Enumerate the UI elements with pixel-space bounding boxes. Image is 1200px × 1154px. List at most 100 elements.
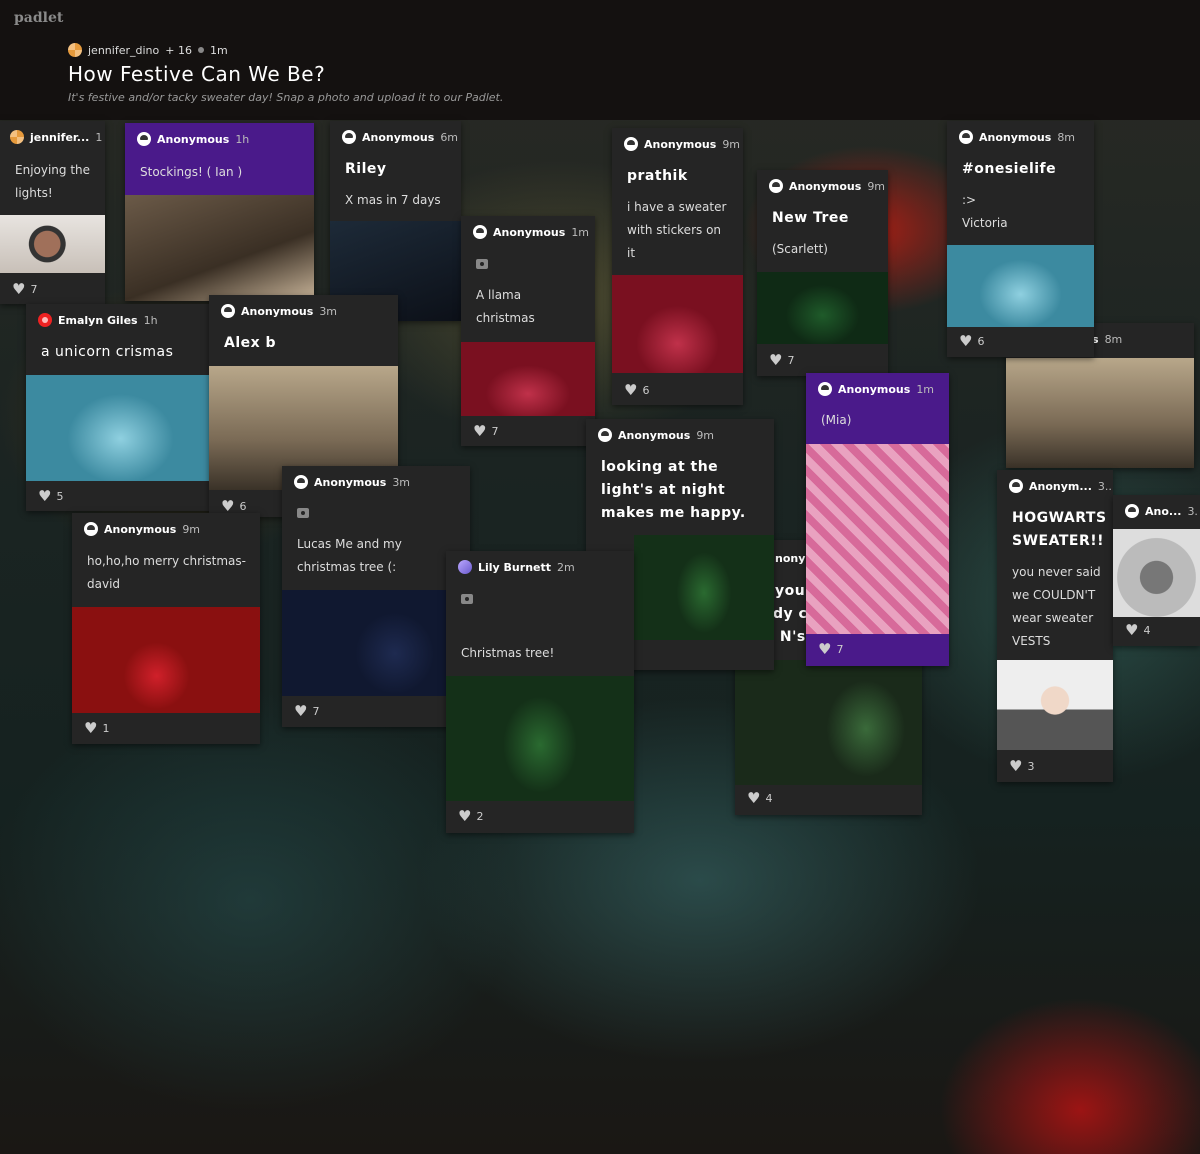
post-card[interactable]: Anonymous 9m ho,ho,ho merry christmas- da… [72,513,260,744]
anonymous-avatar-icon [769,179,783,193]
like-button[interactable]: ♥ 4 [1125,621,1151,639]
anonymous-avatar-icon [1009,479,1023,493]
post-card[interactable]: Ano... 3. ♥ 4 [1113,495,1200,646]
post-card[interactable]: Anonymous 3m Lucas Me and my christmas tr… [282,466,470,727]
like-button[interactable]: ♥ 3 [1009,757,1035,775]
post-author: Anonymous 1m [818,382,934,396]
owner-name[interactable]: jennifer_dino [88,44,159,57]
post-photo[interactable] [1006,358,1194,468]
anonymous-avatar-icon [959,130,973,144]
post-card[interactable]: Anonymous 1m (Mia) ♥ 7 [806,373,949,666]
post-photo[interactable] [997,660,1113,750]
like-button[interactable]: ♥ 5 [38,489,64,504]
camera-icon [461,594,473,604]
like-button[interactable]: ♥ 1 [84,719,109,737]
post-card[interactable]: Anonymous 9m prathik i have a sweater wit… [612,128,743,405]
post-photo[interactable] [634,535,774,640]
like-button[interactable]: ♥ 6 [624,381,650,399]
heart-icon: ♥ [473,422,487,440]
post-photo[interactable] [446,676,634,801]
post-card[interactable]: Anonymous 1h Stockings! ( Ian ) [125,123,314,301]
post-photo[interactable] [735,660,922,785]
post-heading: #onesielife [962,161,1057,177]
avatar-icon [10,130,24,144]
post-card[interactable]: Anonymous 9m New Tree (Scarlett) ♥ 7 [757,170,888,376]
post-author: Anonymous 3m [221,304,337,318]
heart-icon: ♥ [1125,621,1139,639]
owner-avatar-icon [68,43,82,57]
anonymous-avatar-icon [137,132,151,146]
like-button[interactable]: ♥ 7 [473,422,499,440]
post-photo[interactable] [125,195,314,301]
post-photo[interactable] [947,245,1094,327]
post-author: Anonymous 9m [624,137,740,151]
post-heading: a unicorn crismas [41,344,174,360]
post-photo[interactable] [612,275,743,373]
post-card[interactable]: Anonym...3... HOGWARTS SWEATER!! you nev… [997,470,1113,782]
post-author: Anonymous 9m [84,522,200,536]
like-count: 3 [1027,760,1035,773]
post-author: Anonymous 9m [598,428,714,442]
post-photo[interactable] [72,607,260,713]
heart-icon: ♥ [12,280,26,298]
like-count: 6 [239,500,247,513]
like-count: 4 [1143,624,1151,637]
heart-icon: ♥ [458,807,472,825]
avatar-icon [458,560,472,574]
like-button[interactable]: ♥ 7 [12,280,37,298]
like-button[interactable]: ♥ 7 [294,704,319,719]
post-photo[interactable] [1113,529,1200,617]
anonymous-avatar-icon [342,130,356,144]
post-photo[interactable] [461,342,595,416]
post-author: Anonym...3... [1009,479,1113,493]
like-button[interactable]: ♥ 6 [221,499,247,514]
post-heading: New Tree [772,210,849,226]
heart-icon: ♥ [84,719,98,737]
anonymous-avatar-icon [473,225,487,239]
post-author: Lily Burnett 2m [458,560,575,574]
like-button[interactable]: ♥ 6 [959,334,985,349]
like-button[interactable]: ♥ 4 [747,789,772,807]
like-count: 2 [476,810,484,823]
like-count: 5 [56,490,64,503]
post-card[interactable]: Emalyn Giles 1h a unicorn crismas ♥ 5 [26,304,215,511]
post-author: Anonymous 3m [294,475,410,489]
heart-icon: ♥ [747,789,761,807]
post-author: jennifer... 1 [10,130,102,144]
post-photo[interactable] [282,590,470,696]
anonymous-avatar-icon [294,475,308,489]
post-author: s 8m [1092,333,1123,346]
heart-icon: ♥ [1009,757,1023,775]
post-card[interactable]: Anonymous 8m #onesielife :> Victoria ♥ 6 [947,121,1094,357]
anonymous-avatar-icon [84,522,98,536]
post-heading: HOGWARTS SWEATER!! [1012,510,1107,549]
post-card[interactable]: jennifer... 1 Enjoying the lights! ♥ 7 [0,121,105,304]
updated-time: 1m [209,43,228,57]
post-card[interactable]: Anonymous 1m A llama christmas ♥ 7 [461,216,595,446]
post-photo[interactable] [806,444,949,634]
post-heading: looking at the light's at night makes me… [601,459,746,521]
post-heading: Alex b [224,335,277,351]
post-card[interactable]: Lily Burnett 2m Christmas tree! ♥ 2 [446,551,634,833]
post-text: (Scarlett) [772,242,828,256]
post-text: you never said we COULDN'T wear sweater … [1012,565,1101,648]
contributors-count: + 16 [165,43,192,57]
post-photo[interactable] [26,375,215,481]
like-count: 6 [977,335,985,348]
like-button[interactable]: ♥ 2 [458,807,484,825]
post-heading: Riley [345,161,387,177]
camera-icon [476,259,488,269]
like-button[interactable]: ♥ 7 [818,640,843,658]
anonymous-avatar-icon [598,428,612,442]
post-photo[interactable] [0,215,105,273]
heart-icon: ♥ [624,381,638,399]
like-count: 6 [642,384,650,397]
post-card[interactable]: Anonymous 6m Riley X mas in 7 days [330,121,461,321]
post-text: X mas in 7 days [345,193,441,207]
post-photo[interactable] [757,272,888,344]
heart-icon: ♥ [818,640,832,658]
like-button[interactable]: ♥ 7 [769,353,794,368]
padlet-logo[interactable]: padlet [14,10,63,26]
post-text: i have a sweater with stickers on it [627,200,727,260]
like-count: 7 [491,425,499,438]
